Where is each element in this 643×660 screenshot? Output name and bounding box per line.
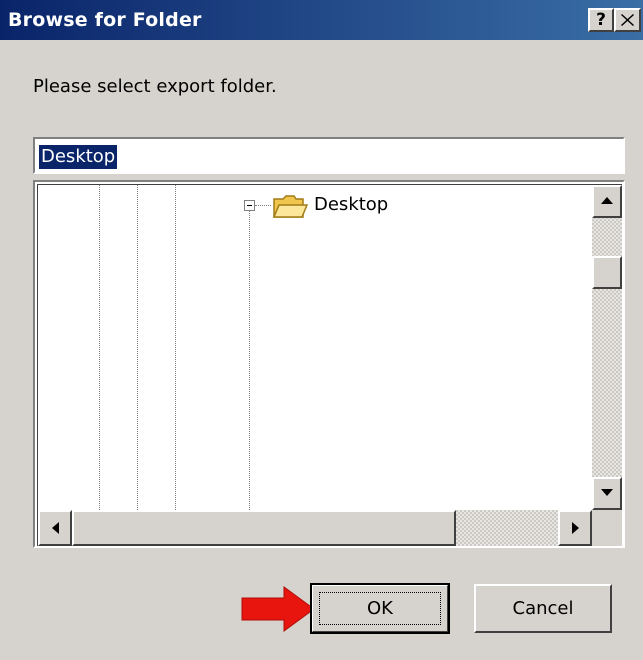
scroll-down-button[interactable] — [592, 477, 622, 510]
arrow-down-icon — [601, 489, 613, 496]
scrollbar-corner — [592, 510, 622, 546]
horizontal-scrollbar[interactable] — [38, 510, 592, 546]
red-arrow-icon — [241, 586, 315, 632]
folder-path-value[interactable]: Desktop — [39, 145, 118, 169]
scroll-right-button[interactable] — [558, 510, 592, 546]
arrow-up-icon — [601, 197, 613, 204]
arrow-right-icon — [572, 522, 579, 534]
vertical-scrollbar[interactable] — [592, 185, 622, 510]
ok-button[interactable]: OK — [310, 583, 450, 634]
cancel-button-label: Cancel — [512, 598, 574, 619]
ok-button-label: OK — [367, 598, 393, 619]
folder-path-input[interactable]: Desktop — [33, 137, 625, 174]
dialog-prompt: Please select export folder. — [33, 76, 277, 97]
folder-tree-content[interactable]: Desktop — [37, 184, 622, 546]
tree-guide-line — [99, 185, 100, 510]
tree-guide-line — [137, 185, 138, 510]
tree-node-label[interactable]: Desktop — [314, 194, 388, 215]
scroll-up-button[interactable] — [592, 185, 622, 218]
cancel-button[interactable]: Cancel — [474, 584, 612, 633]
vertical-scroll-thumb[interactable] — [592, 256, 622, 289]
arrow-left-icon — [52, 522, 59, 534]
tree-guide-line — [175, 185, 176, 510]
tree-guide-line — [249, 211, 250, 510]
scroll-left-button[interactable] — [38, 510, 72, 546]
title-bar: Browse for Folder ? — [0, 0, 643, 40]
close-icon — [621, 14, 634, 26]
close-button[interactable] — [614, 8, 641, 32]
help-icon: ? — [596, 10, 606, 30]
tree-connector — [255, 205, 271, 206]
collapse-icon[interactable] — [244, 200, 255, 211]
help-button[interactable]: ? — [588, 8, 614, 32]
folder-tree[interactable]: Desktop — [33, 180, 625, 548]
folder-icon — [272, 195, 308, 218]
horizontal-scroll-thumb[interactable] — [72, 510, 456, 546]
window-title: Browse for Folder — [8, 9, 202, 31]
